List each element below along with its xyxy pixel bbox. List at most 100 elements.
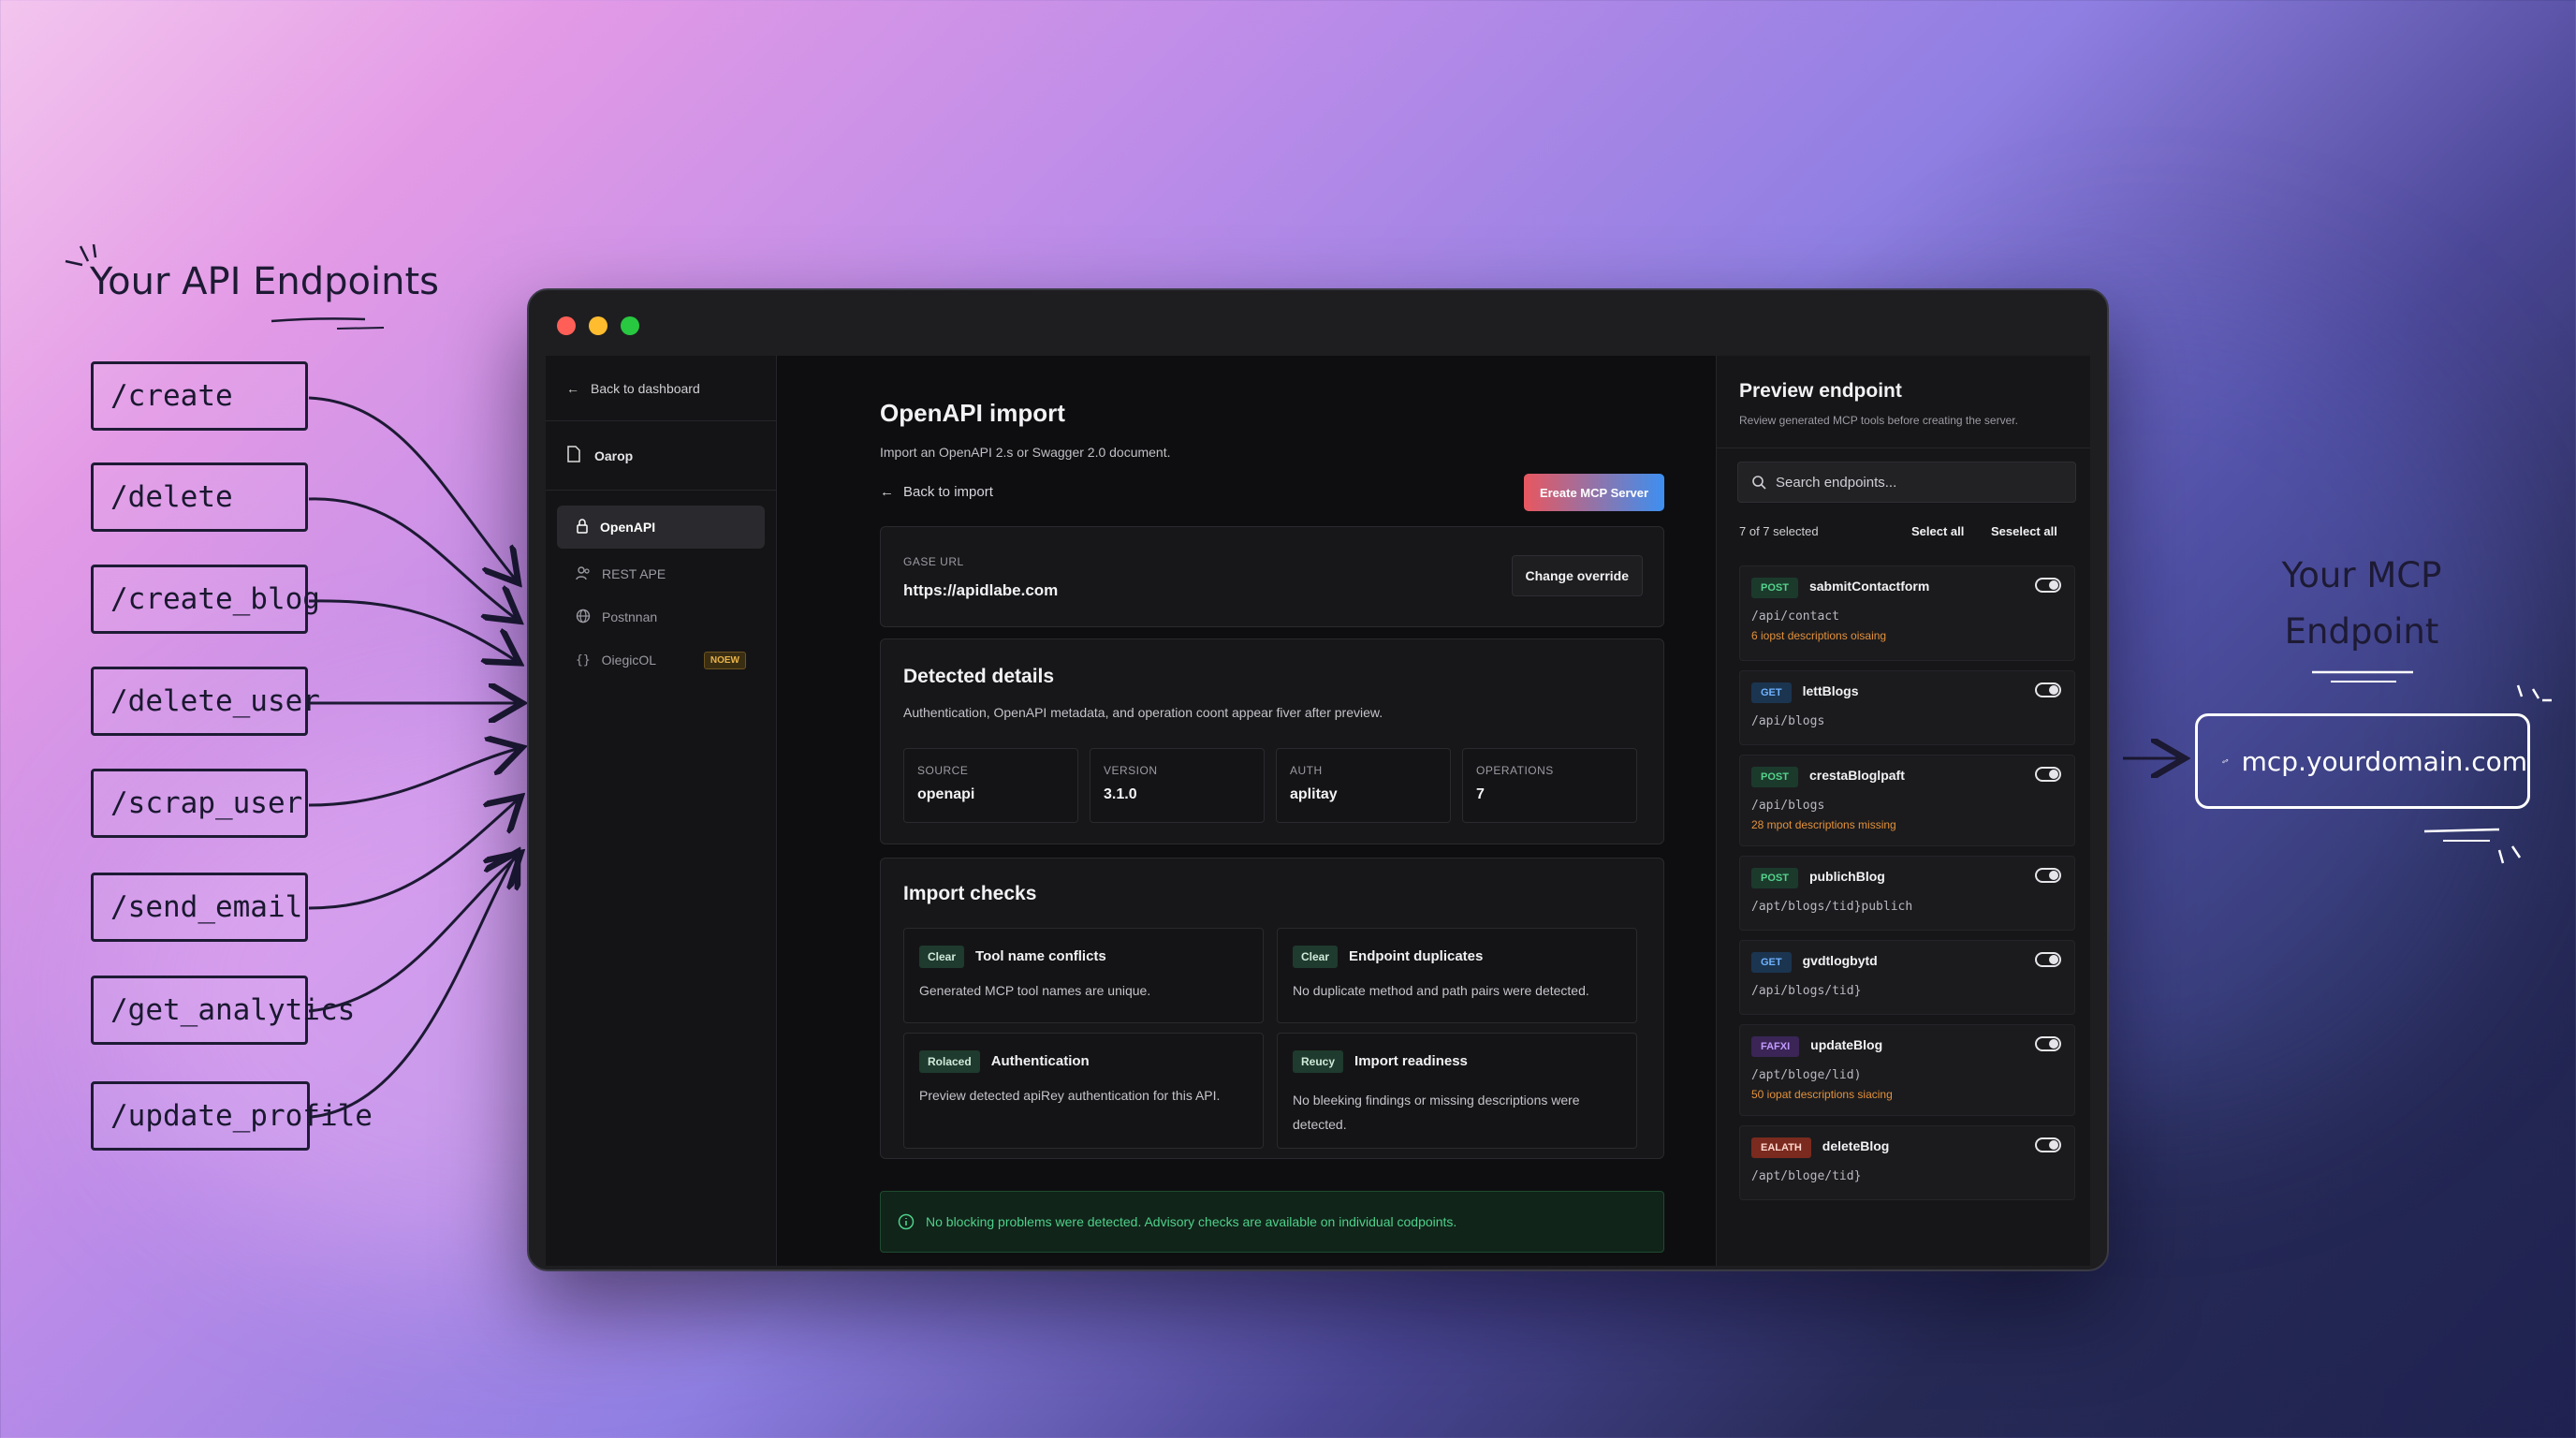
endpoint-toggle[interactable]	[2035, 578, 2061, 593]
endpoint-toggle[interactable]	[2035, 767, 2061, 782]
stat-version: VERSION 3.1.0	[1090, 748, 1265, 823]
endpoint-item[interactable]: POST crestaBloglpaft /api/blogs 28 mpot d…	[1739, 755, 2075, 846]
mcp-domain: mcp.yourdomain.com	[2241, 745, 2527, 777]
sidebar-item-label: OpenAPI	[600, 520, 656, 535]
endpoint-path: /api/contact	[1751, 609, 1839, 624]
endpoint-box-delete: /delete	[91, 462, 308, 532]
back-to-import-label: Back to import	[903, 484, 993, 500]
workspace-name: Oarop	[594, 448, 634, 463]
endpoint-item[interactable]: GET lettBlogs /api/blogs	[1739, 670, 2075, 745]
status-badge: Reucy	[1293, 1050, 1344, 1073]
back-to-dashboard[interactable]: ← Back to dashboard	[546, 356, 776, 421]
stat-value: 7	[1476, 786, 1485, 802]
page-subtitle: Import an OpenAPI 2.s or Swagger 2.0 doc…	[880, 445, 1171, 460]
endpoint-name: publichBlog	[1808, 869, 1885, 884]
main-content: OpenAPI import Import an OpenAPI 2.s or …	[777, 356, 1716, 1266]
check-import-readiness: Reucy Import readiness No bleeking findin…	[1277, 1033, 1637, 1149]
endpoint-box-get-analytics: /get_analytics	[91, 976, 355, 1045]
mcp-endpoint-heading: Your MCP Endpoint	[2247, 548, 2477, 660]
endpoint-toggle[interactable]	[2035, 868, 2061, 883]
endpoint-box-update-profile: /update_profile	[91, 1081, 373, 1151]
sidebar-item-graphql[interactable]: {} OiegicOL NOEW	[557, 638, 765, 682]
endpoint-warning: 50 iopat descriptions siacing	[1751, 1088, 1893, 1101]
check-desc: Preview detected apiRey authentication f…	[919, 1088, 1221, 1103]
method-badge: POST	[1751, 868, 1798, 888]
search-input[interactable]: Search endpoints...	[1737, 462, 2076, 503]
endpoint-warning: 28 mpot descriptions missing	[1751, 818, 1896, 831]
check-endpoint-duplicates: Clear Endpoint duplicates No duplicate me…	[1277, 928, 1637, 1023]
endpoint-toggle[interactable]	[2035, 1137, 2061, 1152]
mcp-domain-box: mcp.yourdomain.com	[2195, 713, 2530, 809]
page-title: OpenAPI import	[880, 399, 1065, 427]
base-url-label: GASE URL	[903, 555, 964, 568]
preview-panel: Preview endpoint Review generated MCP to…	[1716, 356, 2090, 1266]
mcp-heading-line1: Your MCP	[2281, 555, 2442, 595]
stat-auth: AUTH aplitay	[1276, 748, 1451, 823]
sidebar-item-postman[interactable]: Postnnan	[557, 595, 765, 638]
sidebar-item-rest-api[interactable]: REST APE	[557, 552, 765, 595]
check-title: Tool name conflicts	[975, 948, 1106, 964]
selected-count: 7 of 7 selected	[1739, 524, 1819, 538]
window-controls	[557, 316, 639, 335]
sidebar-item-label: REST APE	[602, 566, 666, 581]
endpoint-item[interactable]: EALATH deleteBlog /apt/bloge/tid}	[1739, 1125, 2075, 1200]
globe-icon	[576, 609, 591, 626]
endpoint-path: /api/blogs/tid}	[1751, 984, 1862, 998]
sidebar-item-label: Postnnan	[602, 609, 658, 624]
detected-details-card: Detected details Authentication, OpenAPI…	[880, 638, 1664, 844]
method-badge: GET	[1751, 952, 1792, 973]
mcp-heading-line2: Endpoint	[2284, 611, 2439, 652]
endpoint-toggle[interactable]	[2035, 952, 2061, 967]
close-dot[interactable]	[557, 316, 576, 335]
endpoint-box-scrap-user: /scrap_user	[91, 769, 308, 838]
stat-value: openapi	[917, 786, 975, 802]
lock-icon	[576, 518, 589, 536]
check-authentication: Rolaced Authentication Preview detected a…	[903, 1033, 1264, 1149]
change-override-button[interactable]: Change override	[1511, 555, 1643, 596]
endpoint-item[interactable]: POST sabmitContactform /api/contact 6 iop…	[1739, 565, 2075, 661]
method-badge: FAFXI	[1751, 1036, 1800, 1057]
method-badge: GET	[1751, 682, 1792, 703]
endpoint-name: updateBlog	[1810, 1037, 1883, 1052]
arrow-left-icon: ←	[566, 380, 579, 396]
import-checks-card: Import checks Clear Tool name conflicts G…	[880, 858, 1664, 1159]
workspace-switcher[interactable]: Oarop	[546, 421, 776, 491]
check-desc: No duplicate method and path pairs were …	[1293, 983, 1589, 998]
endpoint-item[interactable]: POST publichBlog /apt/blogs/tid}publich	[1739, 856, 2075, 931]
endpoint-path: /api/blogs	[1751, 799, 1825, 813]
endpoint-toggle[interactable]	[2035, 682, 2061, 697]
endpoint-name: gvdtlogbytd	[1802, 953, 1878, 968]
endpoint-toggle[interactable]	[2035, 1036, 2061, 1051]
select-all-button[interactable]: Select all	[1911, 524, 1964, 538]
braces-icon: {}	[576, 653, 591, 668]
status-badge: Rolaced	[919, 1050, 980, 1073]
deselect-all-button[interactable]: Seselect all	[1991, 524, 2057, 538]
status-badge: Clear	[1293, 946, 1339, 968]
endpoint-item[interactable]: FAFXI updateBlog /apt/bloge/lid) 50 iopat…	[1739, 1024, 2075, 1116]
back-to-import[interactable]: ← Back to import	[880, 484, 993, 500]
endpoint-list: POST sabmitContactform /api/contact 6 iop…	[1717, 565, 2090, 1210]
method-badge: POST	[1751, 767, 1798, 787]
arrow-left-icon: ←	[880, 484, 894, 500]
sidebar: ← Back to dashboard Oarop OpenAPI REST A…	[546, 356, 777, 1266]
method-badge: POST	[1751, 578, 1798, 598]
endpoint-name: sabmitContactform	[1808, 579, 1930, 594]
endpoint-box-create: /create	[91, 361, 308, 431]
stat-label: SOURCE	[917, 764, 969, 777]
maximize-dot[interactable]	[621, 316, 639, 335]
check-desc: No bleeking findings or missing descript…	[1293, 1093, 1580, 1132]
back-to-dashboard-label: Back to dashboard	[591, 380, 700, 396]
new-badge: NOEW	[703, 651, 746, 669]
document-icon	[566, 446, 581, 465]
heading-sparkle-icon	[65, 243, 385, 330]
endpoint-path: /apt/bloge/tid}	[1751, 1169, 1862, 1183]
endpoint-item[interactable]: GET gvdtlogbytd /api/blogs/tid}	[1739, 940, 2075, 1015]
import-checks-title: Import checks	[903, 883, 1037, 904]
endpoint-box-send-email: /send_email	[91, 873, 308, 942]
minimize-dot[interactable]	[589, 316, 607, 335]
create-mcp-server-button[interactable]: Ereate MCP Server	[1524, 474, 1664, 511]
endpoint-box-delete-user: /delete_user	[91, 667, 320, 736]
people-icon	[576, 565, 591, 583]
sidebar-item-openapi[interactable]: OpenAPI	[557, 506, 765, 549]
detected-details-desc: Authentication, OpenAPI metadata, and op…	[903, 705, 1383, 720]
